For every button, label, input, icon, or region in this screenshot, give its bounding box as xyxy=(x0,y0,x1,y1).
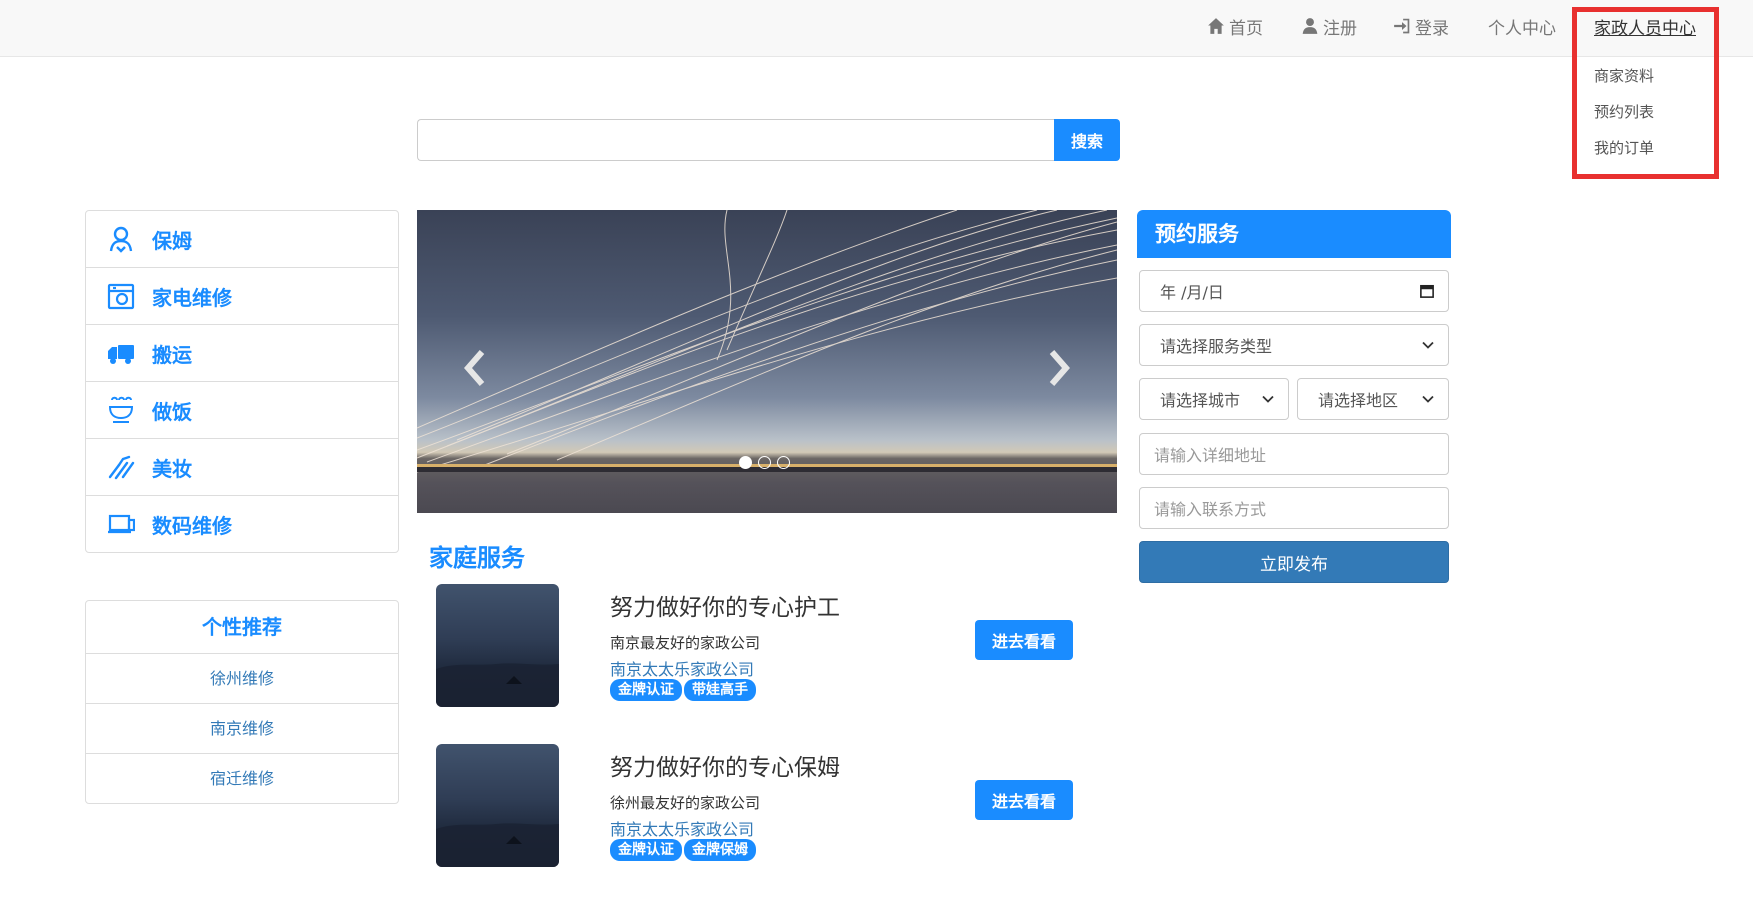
contact-placeholder: 请输入联系方式 xyxy=(1154,500,1267,519)
calendar-icon xyxy=(1420,284,1434,298)
nav-personal-center-link[interactable]: 个人中心 xyxy=(1488,14,1556,39)
nav-staff-center-label: 家政人员中心 xyxy=(1594,18,1696,39)
appliance-icon xyxy=(106,281,136,311)
recommendation-panel: 个性推荐 徐州维修 南京维修 宿迁维修 xyxy=(85,600,399,804)
carousel-prev-button[interactable] xyxy=(460,348,490,388)
cooking-icon xyxy=(106,395,136,425)
publish-button[interactable]: 立即发布 xyxy=(1139,541,1449,583)
carousel-dot[interactable] xyxy=(739,456,752,469)
city-value: 请选择城市 xyxy=(1160,391,1241,410)
service-tags: 金牌认证 金牌保姆 xyxy=(610,839,756,861)
search-button[interactable]: 搜索 xyxy=(1054,119,1120,161)
chevron-right-icon xyxy=(1049,350,1070,386)
carousel-next-button[interactable] xyxy=(1044,348,1074,388)
service-company: 南京最友好的家政公司 xyxy=(610,634,761,652)
category-list: 保姆 家电维修 搬运 做饭 美妆 数码维修 xyxy=(85,210,399,553)
category-label: 家电维修 xyxy=(152,285,232,310)
view-details-button[interactable]: 进去看看 xyxy=(975,620,1073,660)
recommendation-item[interactable]: 宿迁维修 xyxy=(86,753,398,803)
service-thumbnail xyxy=(436,744,559,867)
service-tags: 金牌认证 带娃高手 xyxy=(610,679,756,701)
district-select[interactable]: 请选择地区 xyxy=(1297,378,1449,420)
nav-home-label: 首页 xyxy=(1229,18,1263,39)
staff-center-dropdown: 商家资料 预约列表 我的订单 xyxy=(1577,57,1713,163)
nav-login-label: 登录 xyxy=(1415,18,1449,39)
nanny-icon xyxy=(106,224,136,254)
service-tag: 金牌认证 xyxy=(610,839,682,861)
carousel-indicators xyxy=(739,456,790,469)
view-details-button[interactable]: 进去看看 xyxy=(975,780,1073,820)
address-input[interactable]: 请输入详细地址 xyxy=(1139,433,1449,475)
recommendation-item[interactable]: 南京维修 xyxy=(86,703,398,753)
district-value: 请选择地区 xyxy=(1318,391,1399,410)
carousel-dot[interactable] xyxy=(758,456,771,469)
login-icon xyxy=(1394,18,1410,34)
service-agency-link[interactable]: 南京太太乐家政公司 xyxy=(610,816,754,840)
service-type-select[interactable]: 请选择服务类型 xyxy=(1139,324,1449,366)
booking-title: 预约服务 xyxy=(1137,210,1451,258)
category-item-appliance-repair[interactable]: 家电维修 xyxy=(86,267,398,324)
service-title: 努力做好你的专心护工 xyxy=(610,595,840,621)
nav-personal-center-label: 个人中心 xyxy=(1488,18,1556,39)
date-input[interactable]: 年 /月/日 xyxy=(1139,270,1449,312)
category-item-moving[interactable]: 搬运 xyxy=(86,324,398,381)
service-agency-link[interactable]: 南京太太乐家政公司 xyxy=(610,656,754,680)
category-label: 美妆 xyxy=(152,456,192,481)
service-company: 徐州最友好的家政公司 xyxy=(610,794,761,812)
category-item-nanny[interactable]: 保姆 xyxy=(86,211,398,267)
city-select[interactable]: 请选择城市 xyxy=(1139,378,1289,420)
date-input-value: 年 /月/日 xyxy=(1160,283,1224,302)
search-input[interactable] xyxy=(417,119,1055,161)
dropdown-item-merchant-info[interactable]: 商家资料 xyxy=(1594,65,1654,86)
chevron-left-icon xyxy=(464,350,485,386)
nav-register-link[interactable]: 注册 xyxy=(1301,14,1357,39)
service-card: 努力做好你的专心护工 南京最友好的家政公司 南京太太乐家政公司 金牌认证 带娃高… xyxy=(436,584,1076,709)
chevron-down-icon xyxy=(1422,395,1434,403)
category-label: 搬运 xyxy=(152,342,192,367)
category-label: 数码维修 xyxy=(152,513,232,538)
category-label: 保姆 xyxy=(152,228,192,253)
service-thumbnail xyxy=(436,584,559,707)
service-tag: 带娃高手 xyxy=(684,679,756,701)
dropdown-item-booking-list[interactable]: 预约列表 xyxy=(1594,101,1654,122)
top-navbar: 首页 注册 登录 个人中心 家政人员中心 xyxy=(0,0,1753,57)
category-item-cooking[interactable]: 做饭 xyxy=(86,381,398,438)
nav-register-label: 注册 xyxy=(1323,18,1357,39)
user-icon xyxy=(1302,18,1318,34)
service-card: 努力做好你的专心保姆 徐州最友好的家政公司 南京太太乐家政公司 金牌认证 金牌保… xyxy=(436,744,1076,869)
category-label: 做饭 xyxy=(152,399,192,424)
chevron-down-icon xyxy=(1262,395,1274,403)
nav-login-link[interactable]: 登录 xyxy=(1393,14,1449,39)
service-title: 努力做好你的专心保姆 xyxy=(610,755,840,781)
nav-staff-center-link[interactable]: 家政人员中心 xyxy=(1594,14,1696,39)
service-tag: 金牌认证 xyxy=(610,679,682,701)
dropdown-item-my-orders[interactable]: 我的订单 xyxy=(1594,137,1654,158)
category-item-makeup[interactable]: 美妆 xyxy=(86,438,398,495)
nav-home-link[interactable]: 首页 xyxy=(1207,14,1263,39)
category-item-digital-repair[interactable]: 数码维修 xyxy=(86,495,398,552)
home-services-title: 家庭服务 xyxy=(429,544,525,572)
address-placeholder: 请输入详细地址 xyxy=(1154,446,1267,465)
service-type-value: 请选择服务类型 xyxy=(1160,337,1273,356)
truck-icon xyxy=(106,338,136,368)
home-icon xyxy=(1208,18,1224,34)
service-tag: 金牌保姆 xyxy=(684,839,756,861)
image-carousel[interactable] xyxy=(417,210,1117,513)
laptop-icon xyxy=(106,509,136,539)
chevron-down-icon xyxy=(1422,341,1434,349)
recommendation-item[interactable]: 徐州维修 xyxy=(86,653,398,703)
carousel-dot[interactable] xyxy=(777,456,790,469)
makeup-icon xyxy=(106,452,136,482)
booking-panel: 预约服务 年 /月/日 请选择服务类型 请选择城市 请选择地区 请输入详细地址 … xyxy=(1137,210,1451,583)
contact-input[interactable]: 请输入联系方式 xyxy=(1139,487,1449,529)
recommendation-title: 个性推荐 xyxy=(202,615,282,639)
